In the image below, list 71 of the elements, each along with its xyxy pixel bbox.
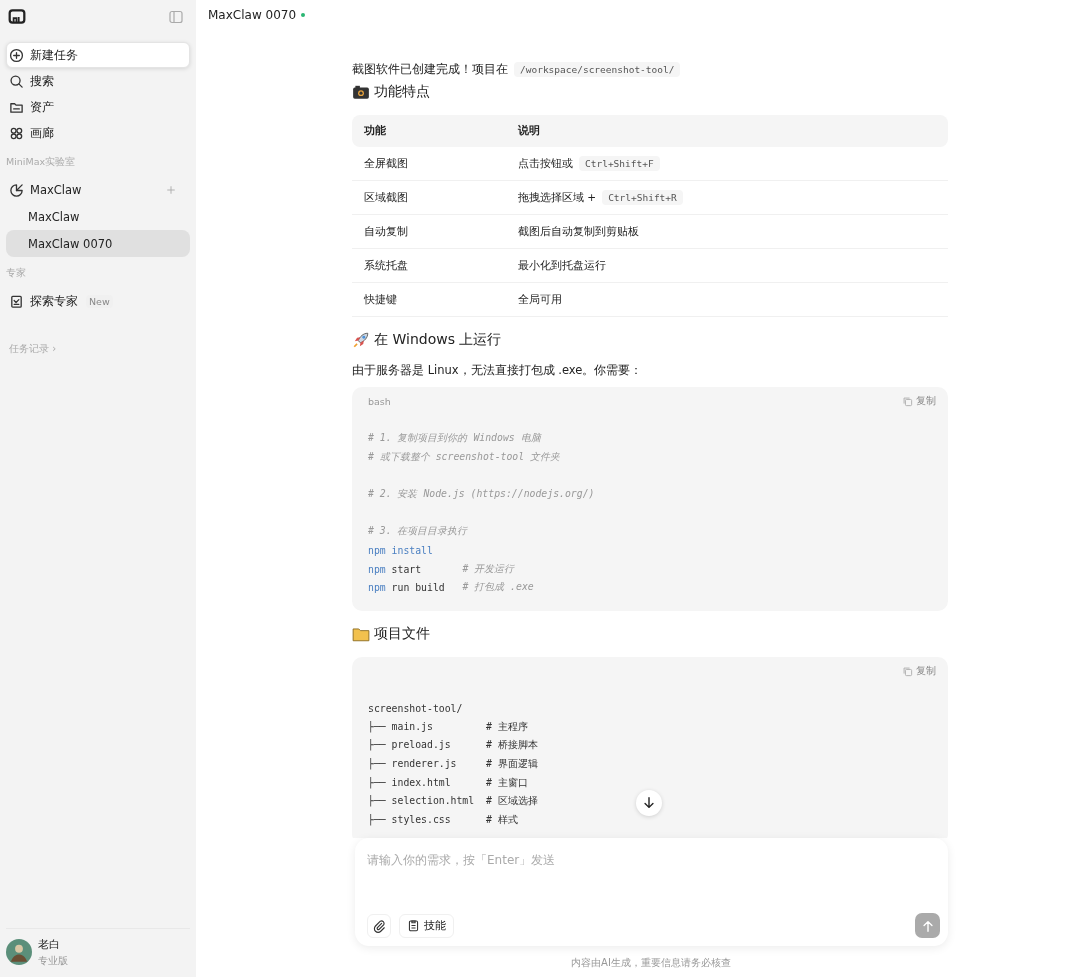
section-label: 专家 [6,267,27,280]
table-cell-text: 截图后自动复制到剪贴板 [517,224,639,239]
copy-button[interactable]: 复制 [902,394,936,408]
column-header: 功能 [363,124,387,138]
copy-icon [902,665,913,677]
disclaimer-text: 内容由AI生成，重要信息请务必核查 [570,956,732,970]
table-cell-text: 全局可用 [517,292,562,307]
copy-icon [902,395,913,407]
user-plan: 专业版 [38,953,68,968]
message-text: 由于服务器是 Linux，无法直接打包成 .exe。你需要： [352,363,644,378]
paperclip-icon [372,918,386,933]
message-text: 截图软件已创建完成！项目在 [352,62,508,77]
section-label: MiniMax实验室 [6,156,77,169]
table-cell-text: 系统托盘 [363,258,409,273]
code-line: ├── preload.js # 桥接脚本 [368,738,538,753]
section-heading: 项目文件 [374,625,430,644]
code-line: ├── renderer.js # 界面逻辑 [368,757,538,772]
message-input[interactable]: 请输入你的需求，按「Enter」发送 [367,850,940,913]
search-icon [9,73,24,89]
code-line: npm install [368,543,433,558]
code-line: # 1. 复制项目到你的 Windows 电脑 [368,430,541,445]
code-line: npm run build # 打包成 .exe [368,580,534,596]
copy-button[interactable]: 复制 [902,664,936,679]
code-line: ├── styles.css # 样式 [368,813,518,828]
nav-item[interactable]: 画廊 [6,120,190,146]
chat-title: MaxClaw 0070 [208,8,297,22]
plus-icon [165,184,177,196]
nav-item[interactable]: 探索专家 New [6,288,190,314]
grid-icon [9,125,24,141]
attach-button[interactable] [367,913,391,938]
arrow-down-icon [642,796,656,810]
nav-item[interactable]: 新建任务 [6,42,190,68]
code-line: # 3. 在项目目录执行 [368,524,468,539]
inline-code: /workspace/screenshot-tool/ [514,62,681,77]
conversation-item[interactable]: MaxClaw [6,203,190,230]
code-line: ├── index.html # 主窗口 [368,775,528,791]
nav-item[interactable]: MaxClaw [6,177,190,203]
table-cell-text: 快捷键 [363,292,398,307]
section-heading: 在 Windows 上运行 [374,331,502,349]
arrow-up-icon [920,918,935,933]
sidebar-toggle-icon [168,9,184,25]
logo-icon [8,8,26,26]
folder-icon [352,625,370,644]
conversation-item[interactable]: MaxClaw 0070 [6,230,190,257]
avatar-icon [6,939,32,965]
user-name: 老白 [38,936,61,952]
clipboard-icon [407,919,420,932]
table-cell: 拖拽选择区域 + [518,190,597,205]
section-heading: 功能特点 [374,83,430,101]
code-line: ├── main.js # 主程序 [368,719,528,735]
rocket-icon [352,331,370,349]
table-cell-text: 最小化到托盘运行 [517,258,606,273]
nav-item[interactable]: 资产 [6,94,190,120]
code-line: ├── selection.html # 区域选择 [368,794,538,809]
camera-icon [352,83,370,101]
table-cell-text: 区域截图 [363,190,409,205]
column-header: 说明 [517,124,540,138]
code-line: # 2. 安装 Node.js (https://nodejs.org/) [368,486,595,501]
skills-button[interactable]: 技能 [399,913,454,938]
code-line: screenshot-tool/ [368,702,463,717]
nav-item[interactable]: 搜索 [6,68,190,94]
inline-code: Ctrl+Shift+R [602,190,683,205]
code-line: # 或下载整个 screenshot-tool 文件夹 [368,449,561,464]
clipboard-icon [9,293,24,309]
table-cell: 点击按钮或 [518,156,573,171]
plus-circle-icon [9,47,24,63]
code-line: npm start # 开发运行 [368,561,515,577]
table-cell-text: 自动复制 [363,224,409,239]
inline-code: Ctrl+Shift+F [579,156,660,171]
table-cell-text: 全屏截图 [363,156,409,171]
language-label: bash [368,395,391,407]
